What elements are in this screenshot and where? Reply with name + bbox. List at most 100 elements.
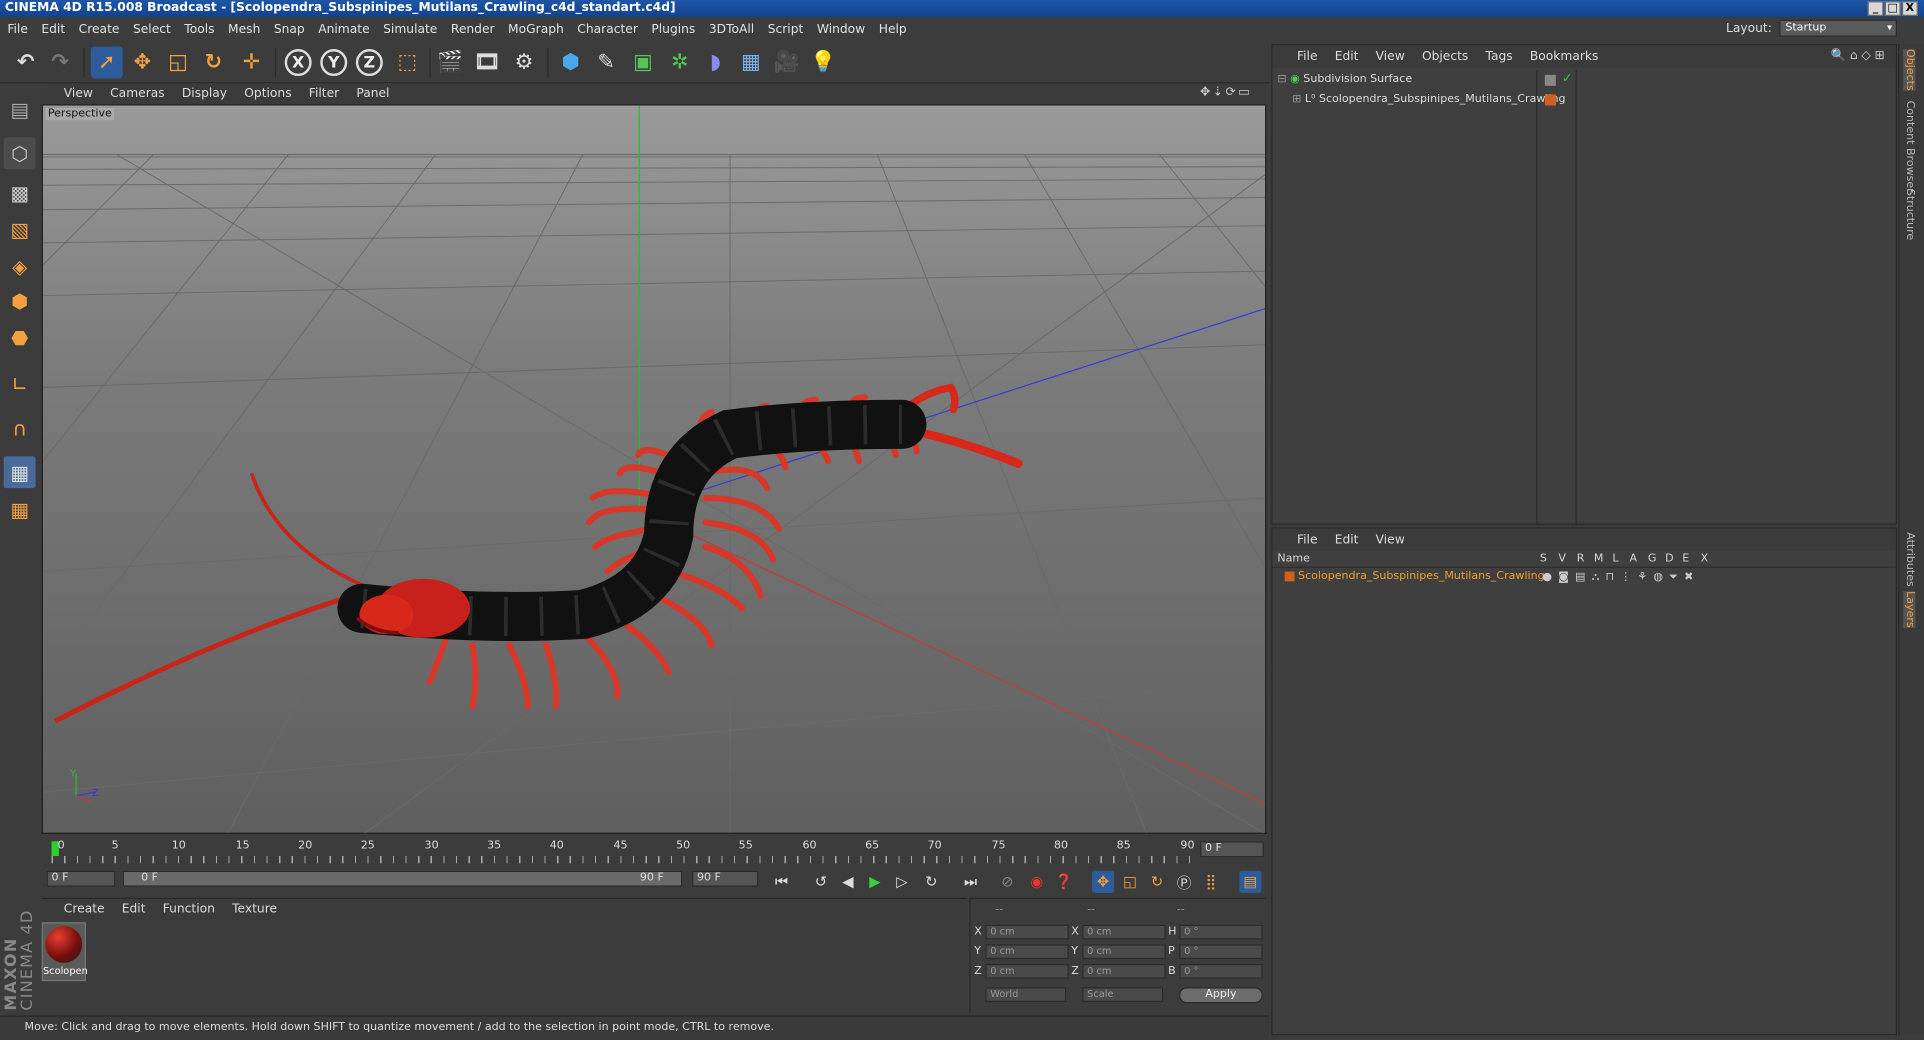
menu-render[interactable]: Render [451, 23, 495, 36]
tree-row-subdivision[interactable]: ⊟ ◉ Subdivision Surface [1277, 74, 1412, 86]
viewport-nav-icons[interactable]: ✥⇣⟳▭ [1200, 86, 1252, 99]
z-axis-icon[interactable]: Z [353, 47, 385, 79]
previous-frame-icon[interactable]: ◀ [837, 871, 859, 893]
live-selection-icon[interactable]: ✛ [236, 47, 268, 79]
rotation-p-field[interactable]: 0 ° [1179, 944, 1263, 960]
y-axis-icon[interactable]: Y [318, 47, 350, 79]
start-frame-field[interactable]: 0 F [46, 870, 116, 887]
material-menu-edit[interactable]: Edit [122, 903, 146, 916]
texture-mode-icon[interactable]: ▩ [4, 177, 36, 209]
viewport-menu-view[interactable]: View [64, 87, 93, 100]
lm-menu-file[interactable]: File [1297, 533, 1318, 546]
menu-window[interactable]: Window [817, 23, 865, 36]
soft-selection-icon[interactable]: ▦ [4, 493, 36, 525]
menu-edit[interactable]: Edit [41, 23, 65, 36]
enabled-check-icon[interactable]: ✓ [1562, 72, 1572, 85]
key-position-icon[interactable]: ✥ [1092, 870, 1115, 893]
array-icon[interactable]: ✲ [664, 47, 696, 79]
timeline-layout-icon[interactable]: ▤ [1239, 870, 1262, 893]
material-menu-function[interactable]: Function [163, 903, 215, 916]
menu-character[interactable]: Character [577, 23, 638, 36]
rotate-icon[interactable]: ↻ [198, 47, 230, 79]
workplane-icon[interactable]: ▧ [4, 213, 36, 245]
spline-pen-icon[interactable]: ✎ [590, 47, 622, 79]
visibility-dots-icon[interactable] [1544, 74, 1556, 86]
material-menu-create[interactable]: Create [64, 903, 105, 916]
close-button[interactable]: X [1901, 1, 1918, 16]
menu-script[interactable]: Script [768, 23, 804, 36]
viewport-3d[interactable]: Perspective Y Z [41, 104, 1267, 834]
edges-mode-icon[interactable]: ⬢ [4, 285, 36, 317]
om-menu-objects[interactable]: Objects [1422, 50, 1468, 63]
current-frame-field[interactable]: 0 F [1200, 841, 1264, 858]
viewport-menu-panel[interactable]: Panel [356, 87, 389, 100]
key-parameter-icon[interactable]: Ⓟ [1173, 871, 1195, 893]
menu-mesh[interactable]: Mesh [228, 23, 260, 36]
key-rotation-icon[interactable]: ↻ [1146, 871, 1168, 893]
size-x-field[interactable]: 0 cm [1082, 924, 1166, 940]
viewport-menu-options[interactable]: Options [244, 87, 291, 100]
previous-key-icon[interactable]: ↺ [810, 871, 832, 893]
go-to-start-icon[interactable]: ⏮ [771, 871, 793, 893]
layer-color-icon[interactable] [1544, 94, 1556, 106]
layer-toggle-icons[interactable]: ●◙▤⛬⊓⋮⚘◍⏷✖ [1542, 572, 1699, 584]
autokey-icon[interactable]: ❓ [1053, 871, 1075, 893]
side-tab-objects[interactable]: Objects [1903, 49, 1916, 91]
record-disabled-icon[interactable]: ⊘ [996, 871, 1018, 893]
viewport-menu-cameras[interactable]: Cameras [110, 87, 165, 100]
om-menu-bookmarks[interactable]: Bookmarks [1530, 50, 1599, 63]
om-search-icon[interactable]: 🔍⌂◇⊞ [1831, 49, 1889, 62]
play-icon[interactable]: ▶ [864, 871, 886, 893]
key-pla-icon[interactable]: ⣿ [1200, 871, 1222, 893]
menu-create[interactable]: Create [79, 23, 120, 36]
grid-lock-icon[interactable]: ▦ [3, 456, 36, 489]
model-mode-icon[interactable]: ⬡ [3, 137, 36, 170]
x-axis-icon[interactable]: X [282, 47, 314, 79]
move-icon[interactable]: ✥ [126, 47, 158, 79]
coord-mode-scale-dropdown[interactable]: Scale [1082, 987, 1164, 1002]
nurbs-icon[interactable]: ▣ [627, 47, 659, 79]
om-menu-tags[interactable]: Tags [1485, 50, 1512, 63]
size-y-field[interactable]: 0 cm [1082, 944, 1166, 960]
menu-mograph[interactable]: MoGraph [508, 23, 564, 36]
apply-button[interactable]: Apply [1179, 987, 1263, 1004]
om-menu-edit[interactable]: Edit [1335, 50, 1359, 63]
polygons-mode-icon[interactable]: ⬣ [4, 321, 36, 353]
next-frame-icon[interactable]: ▷ [891, 871, 913, 893]
make-editable-icon[interactable]: ▤ [4, 93, 36, 125]
menu-file[interactable]: File [7, 23, 28, 36]
lm-menu-edit[interactable]: Edit [1335, 533, 1359, 546]
snap-magnet-icon[interactable]: ∩ [4, 412, 36, 444]
om-menu-file[interactable]: File [1297, 50, 1318, 63]
lm-menu-view[interactable]: View [1376, 533, 1405, 546]
layout-dropdown[interactable]: Startup [1779, 19, 1898, 37]
timeline-ruler[interactable]: 0 5 10 15 20 25 30 35 40 45 50 55 60 65 … [41, 836, 1267, 866]
light-icon[interactable]: 💡 [807, 47, 839, 79]
render-settings-icon[interactable]: ⚙ [508, 47, 540, 79]
layer-row[interactable]: Scolopendra_Subspinipes_Mutilans_Crawlin… [1284, 570, 1545, 583]
key-scale-icon[interactable]: ◱ [1119, 871, 1141, 893]
frame-range-slider[interactable]: 0 F 90 F [122, 870, 683, 887]
points-mode-icon[interactable]: ◈ [4, 250, 36, 282]
rotation-b-field[interactable]: 0 ° [1179, 963, 1263, 979]
tree-row-scolopendra[interactable]: ⊞ L⁰ Scolopendra_Subspinipes_Mutilans_Cr… [1292, 93, 1565, 105]
size-z-field[interactable]: 0 cm [1082, 963, 1166, 979]
axis-mode-icon[interactable]: ∟ [4, 368, 36, 400]
render-view-icon[interactable]: 🎬 [434, 47, 466, 79]
render-picture-viewer-icon[interactable]: 🎞 [471, 47, 503, 79]
rotation-h-field[interactable]: 0 ° [1179, 924, 1263, 940]
minimize-button[interactable]: _ [1867, 1, 1884, 16]
position-z-field[interactable]: 0 cm [985, 963, 1069, 979]
viewport-menu-display[interactable]: Display [182, 87, 227, 100]
om-menu-view[interactable]: View [1376, 50, 1405, 63]
coord-mode-world-dropdown[interactable]: World [985, 987, 1067, 1002]
go-to-end-icon[interactable]: ⏭ [960, 871, 982, 893]
coordinate-system-icon[interactable]: ⬚ [391, 47, 423, 79]
select-cursor-icon[interactable]: ➚ [90, 46, 123, 79]
side-tab-structure[interactable]: Structure [1903, 189, 1915, 240]
side-tab-layers[interactable]: Layers [1903, 591, 1916, 628]
menu-plugins[interactable]: Plugins [651, 23, 695, 36]
menu-select[interactable]: Select [133, 23, 171, 36]
record-icon[interactable]: ◉ [1026, 871, 1048, 893]
undo-icon[interactable]: ↶ [10, 47, 42, 79]
